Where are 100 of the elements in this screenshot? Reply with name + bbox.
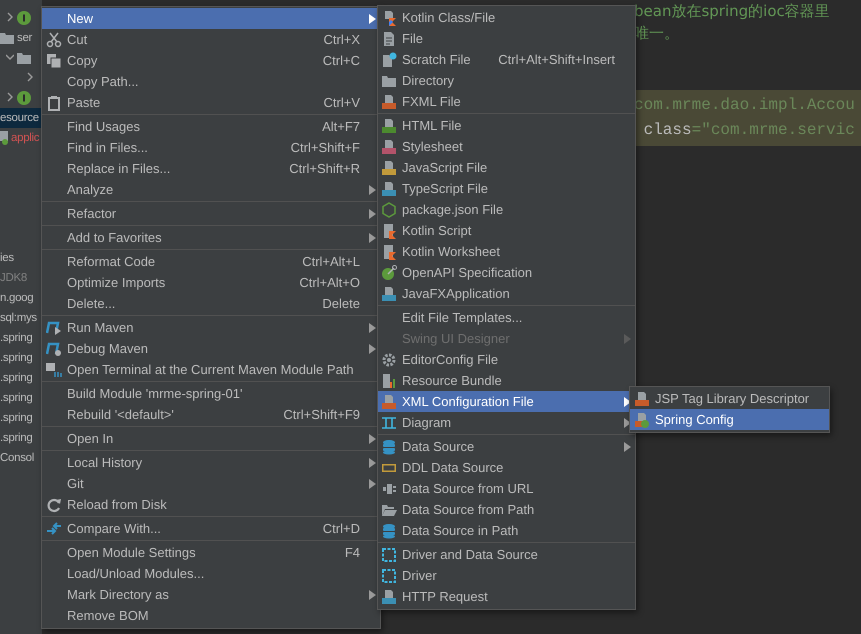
submenu-arrow-icon xyxy=(369,208,376,218)
menu-item[interactable]: DDL Data Source xyxy=(378,457,635,478)
menu-item[interactable]: Copy Path... xyxy=(42,71,380,92)
shortcut-label: Ctrl+X xyxy=(324,32,360,47)
menu-item[interactable]: TypeScript File xyxy=(378,178,635,199)
menu-item[interactable]: Copy Ctrl+C xyxy=(42,50,380,71)
menu-item[interactable]: Open Module Settings F4 xyxy=(42,542,380,563)
chevron-icon[interactable] xyxy=(6,12,14,22)
menu-item[interactable]: Analyze xyxy=(42,179,380,200)
tree-item-label[interactable]: sql:mys xyxy=(0,312,37,324)
menu-item[interactable]: HTML File xyxy=(378,115,635,136)
diagram-icon xyxy=(381,414,397,430)
tree-item-label[interactable]: .spring xyxy=(0,372,32,384)
tree-item-label[interactable]: ser xyxy=(17,32,32,44)
scratch-file-icon xyxy=(381,52,397,68)
menu-item[interactable]: Directory xyxy=(378,70,635,91)
submenu-arrow-icon xyxy=(624,396,631,406)
menu-item[interactable]: Local History xyxy=(42,452,380,473)
tree-item-label[interactable]: n.goog xyxy=(0,292,34,304)
file-icon xyxy=(0,131,8,145)
menu-item[interactable]: Build Module 'mrme-spring-01' xyxy=(42,383,380,404)
menu-item[interactable]: HTTP Request xyxy=(378,586,635,607)
menu-item[interactable]: JavaScript File xyxy=(378,157,635,178)
chevron-icon[interactable] xyxy=(26,72,34,82)
menu-item[interactable]: Driver and Data Source xyxy=(378,544,635,565)
tree-item-label[interactable]: ies xyxy=(0,252,14,264)
menu-item[interactable]: OpenAPI Specification xyxy=(378,262,635,283)
submenu-arrow-icon xyxy=(624,442,631,452)
menu-item[interactable]: JavaFXApplication xyxy=(378,283,635,304)
file-badge-icon xyxy=(381,160,397,176)
resource-bundle-icon xyxy=(381,372,397,388)
interface-icon xyxy=(17,11,31,25)
scissors-icon xyxy=(46,32,62,48)
menu-item[interactable]: Replace in Files... Ctrl+Shift+R xyxy=(42,158,380,179)
tree-item-label[interactable]: esource xyxy=(0,112,39,124)
menu-item[interactable]: Compare With... Ctrl+D xyxy=(42,518,380,539)
menu-item[interactable]: Paste Ctrl+V xyxy=(42,92,380,113)
menu-item[interactable]: Edit File Templates... xyxy=(378,307,635,328)
menu-item[interactable]: FXML File xyxy=(378,91,635,112)
dashed-frame-icon xyxy=(381,546,397,562)
menu-item[interactable]: Scratch File Ctrl+Alt+Shift+Insert xyxy=(378,49,635,70)
menu-item[interactable]: Refactor xyxy=(42,203,380,224)
menu-item[interactable]: EditorConfig File xyxy=(378,349,635,370)
terminal-icon xyxy=(46,362,62,378)
menu-item[interactable]: File xyxy=(378,28,635,49)
menu-item[interactable]: Find in Files... Ctrl+Shift+F xyxy=(42,137,380,158)
shortcut-label: Delete xyxy=(322,296,360,311)
menu-item[interactable]: Find Usages Alt+F7 xyxy=(42,116,380,137)
tree-item-label[interactable]: .spring xyxy=(0,412,32,424)
gear-icon xyxy=(381,352,397,368)
shortcut-label: Ctrl+V xyxy=(324,95,360,110)
menu-item[interactable]: Spring Config xyxy=(630,409,829,430)
shortcut-label: Ctrl+D xyxy=(322,521,360,536)
menu-item[interactable]: Reload from Disk xyxy=(42,494,380,515)
shortcut-label: Ctrl+Shift+R xyxy=(289,161,360,176)
menu-item[interactable]: Remove BOM xyxy=(42,605,380,626)
tree-item-label[interactable]: .spring xyxy=(0,392,32,404)
menu-item[interactable]: Delete... Delete xyxy=(42,293,380,314)
menu-item[interactable]: Data Source from Path xyxy=(378,499,635,520)
code-comment: bean放在spring的ioc容器里 xyxy=(634,1,831,22)
compare-icon xyxy=(46,520,62,536)
chevron-icon[interactable] xyxy=(6,52,14,62)
menu-item[interactable]: New xyxy=(42,8,380,29)
menu-item[interactable]: Open Terminal at the Current Maven Module Path xyxy=(42,359,380,380)
submenu-arrow-icon xyxy=(369,344,376,354)
tree-item-label[interactable]: .spring xyxy=(0,352,32,364)
shortcut-label: Ctrl+Alt+L xyxy=(302,254,360,269)
tree-item-label[interactable]: .spring xyxy=(0,332,32,344)
menu-item[interactable]: Kotlin Class/File xyxy=(378,7,635,28)
menu-item[interactable]: Kotlin Script xyxy=(378,220,635,241)
menu-item[interactable]: Stylesheet xyxy=(378,136,635,157)
maven-debug-icon xyxy=(46,340,62,356)
database-icon xyxy=(381,522,397,538)
menu-item[interactable]: Cut Ctrl+X xyxy=(42,29,380,50)
menu-item[interactable]: Debug Maven xyxy=(42,338,380,359)
chevron-icon[interactable] xyxy=(6,92,14,102)
submenu-arrow-icon xyxy=(624,418,631,428)
file-badge-icon xyxy=(381,394,397,410)
file-badge-icon xyxy=(381,118,397,134)
menu-item[interactable]: Open In xyxy=(42,428,380,449)
menu-item[interactable]: Data Source from URL xyxy=(378,478,635,499)
menu-item[interactable]: Resource Bundle xyxy=(378,370,635,391)
selected-tree-row[interactable]: esource xyxy=(0,108,42,128)
menu-item[interactable]: Git xyxy=(42,473,380,494)
menu-item[interactable]: Kotlin Worksheet xyxy=(378,241,635,262)
tree-item-label[interactable]: Consol xyxy=(0,452,34,464)
menu-item[interactable]: Add to Favorites xyxy=(42,227,380,248)
menu-item[interactable]: Reformat Code Ctrl+Alt+L xyxy=(42,251,380,272)
menu-item[interactable]: Driver xyxy=(378,565,635,586)
kotlin-script-icon xyxy=(381,222,397,238)
tree-item-label[interactable]: .spring xyxy=(0,432,32,444)
menu-item[interactable]: Run Maven xyxy=(42,317,380,338)
menu-item[interactable]: Mark Directory as xyxy=(42,584,380,605)
menu-item[interactable]: Optimize Imports Ctrl+Alt+O xyxy=(42,272,380,293)
menu-item[interactable]: package.json File xyxy=(378,199,635,220)
menu-item[interactable]: Rebuild '<default>' Ctrl+Shift+F9 xyxy=(42,404,380,425)
submenu-arrow-icon xyxy=(369,434,376,444)
menu-item[interactable]: Data Source xyxy=(378,436,635,457)
menu-item[interactable]: Data Source in Path xyxy=(378,520,635,541)
menu-item[interactable]: Load/Unload Modules... xyxy=(42,563,380,584)
